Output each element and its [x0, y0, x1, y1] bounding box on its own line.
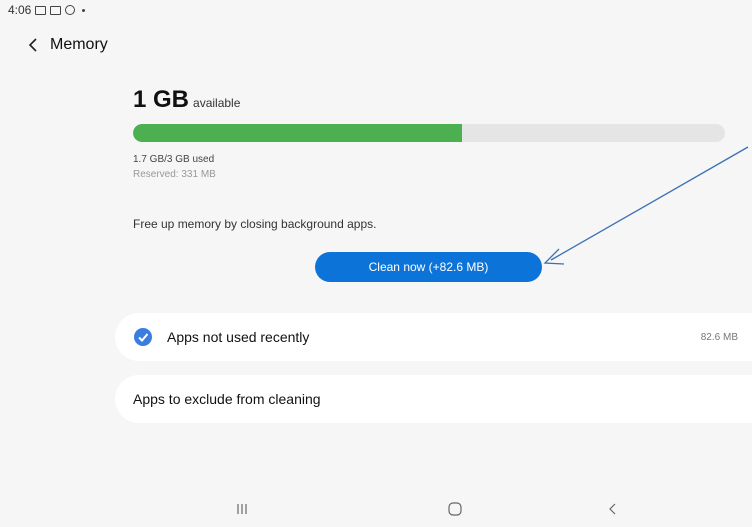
- reserved-text: Reserved: 331 MB: [133, 169, 216, 180]
- memory-usage-bar: [133, 124, 725, 142]
- check-circle-icon[interactable]: [134, 328, 152, 346]
- apps-not-used-recently-size: 82.6 MB: [700, 331, 738, 343]
- apps-not-used-recently-label: Apps not used recently: [167, 329, 310, 345]
- used-text: 1.7 GB/3 GB used: [133, 154, 215, 165]
- tip-text: Free up memory by closing background app…: [133, 217, 377, 231]
- drive-icon: [65, 5, 76, 15]
- clean-now-button[interactable]: Clean now (+82.6 MB): [315, 252, 542, 282]
- status-bar: 4:06: [8, 1, 86, 19]
- available-unit: available: [193, 96, 241, 110]
- image-icon: [35, 5, 47, 15]
- back-icon[interactable]: [608, 502, 616, 520]
- apps-to-exclude-row[interactable]: Apps to exclude from cleaning: [115, 375, 752, 423]
- notification-dot: [82, 8, 86, 12]
- status-time: 4:06: [8, 3, 32, 17]
- recent-apps-icon[interactable]: [236, 502, 248, 520]
- available-value: 1 GB: [133, 86, 190, 113]
- navigation-bar: [0, 490, 752, 527]
- page-title: Memory: [50, 36, 108, 53]
- back-arrow-icon[interactable]: [28, 38, 38, 52]
- memory-available: 1 GB available: [133, 86, 240, 114]
- gallery-icon: [50, 5, 62, 15]
- apps-not-used-recently-row[interactable]: Apps not used recently 82.6 MB: [115, 313, 752, 361]
- apps-to-exclude-label: Apps to exclude from cleaning: [133, 391, 321, 407]
- header: Memory: [28, 36, 108, 54]
- memory-usage-fill: [133, 124, 462, 142]
- home-icon[interactable]: [448, 502, 462, 521]
